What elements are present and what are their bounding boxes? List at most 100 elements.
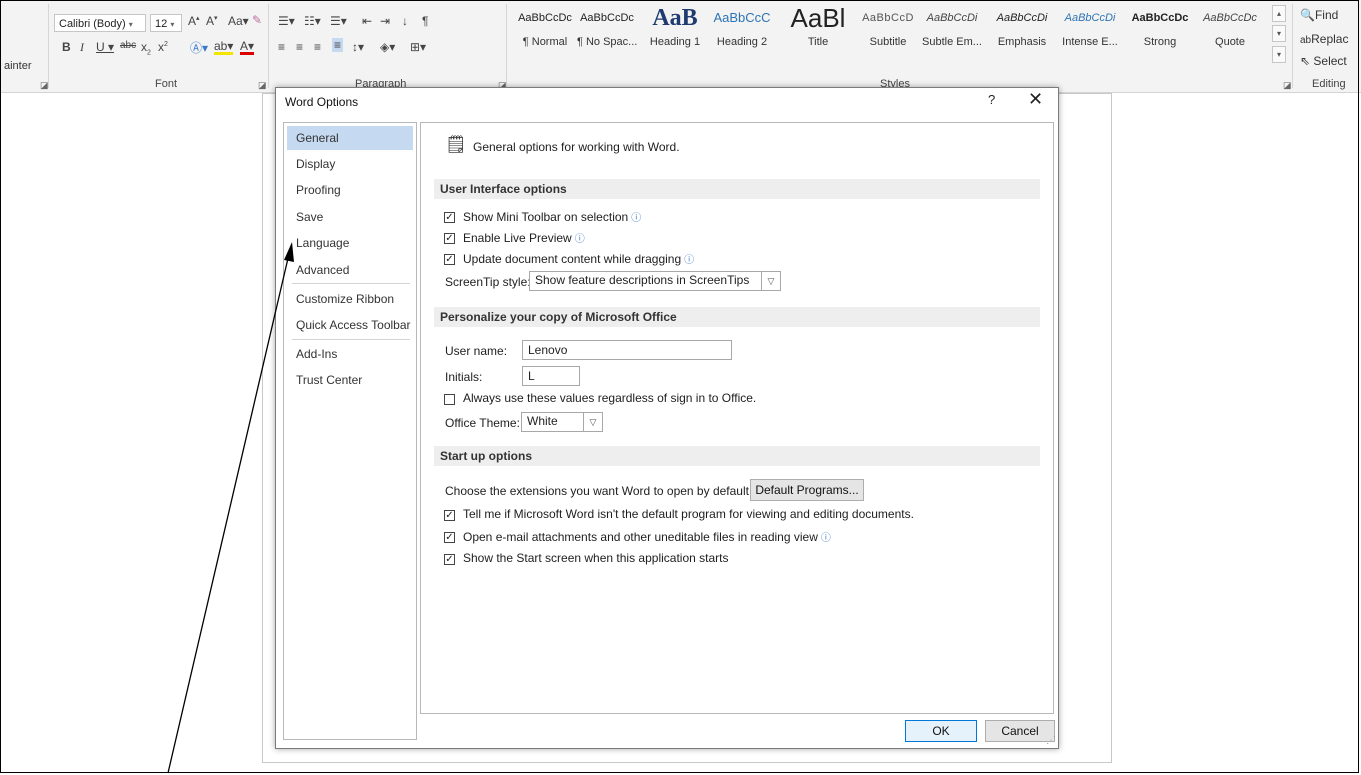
nav-item-proofing[interactable]: Proofing bbox=[284, 178, 416, 202]
format-painter-button[interactable]: ainter bbox=[4, 60, 32, 72]
style-tile[interactable]: AaBbCcDi Emphasis bbox=[992, 6, 1052, 48]
mini-toolbar-checkbox[interactable]: ✓ bbox=[444, 212, 455, 223]
align-center-icon[interactable]: ≡ bbox=[296, 40, 303, 54]
default-programs-button[interactable]: Default Programs... bbox=[750, 479, 864, 501]
bold-icon[interactable]: B bbox=[62, 40, 71, 54]
style-name: Heading 2 bbox=[716, 36, 768, 48]
style-tile[interactable]: AaBbCcDi Subtle Em... bbox=[922, 6, 982, 48]
italic-icon[interactable]: I bbox=[80, 40, 84, 55]
shading-icon[interactable]: ◈▾ bbox=[380, 40, 395, 54]
office-theme-value: White bbox=[527, 414, 558, 428]
font-launcher-icon[interactable]: ◪ bbox=[258, 80, 267, 91]
ok-button[interactable]: OK bbox=[905, 720, 977, 742]
gallery-down-icon[interactable]: ▾ bbox=[1272, 25, 1286, 42]
style-tile[interactable]: AaBbCcDc Quote bbox=[1200, 6, 1260, 48]
style-tile[interactable]: AaBbCcD Subtitle bbox=[858, 6, 918, 48]
numbering-icon[interactable]: ☷▾ bbox=[304, 14, 321, 28]
live-preview-checkbox[interactable]: ✓ bbox=[444, 233, 455, 244]
font-name-box[interactable]: Calibri (Body) ▾ bbox=[54, 14, 146, 32]
info-icon[interactable]: ⓘ bbox=[575, 234, 585, 245]
underline-icon[interactable]: U ▾ bbox=[96, 40, 114, 54]
nav-item-advanced[interactable]: Advanced bbox=[284, 258, 416, 282]
start-screen-checkbox[interactable]: ✓ bbox=[444, 554, 455, 565]
info-icon[interactable]: ⓘ bbox=[684, 255, 694, 266]
font-size-box[interactable]: 12 ▾ bbox=[150, 14, 182, 32]
style-tile[interactable]: AaBbCcDc ¶ Normal bbox=[515, 6, 575, 48]
always-use-checkbox[interactable] bbox=[444, 394, 455, 405]
show-formatting-icon[interactable]: ¶ bbox=[422, 14, 428, 28]
superscript-icon[interactable]: x2 bbox=[158, 40, 168, 54]
cancel-button[interactable]: Cancel bbox=[985, 720, 1055, 742]
style-sample: AaBbCcDc bbox=[1203, 12, 1257, 24]
style-sample: AaBbCcDc bbox=[518, 12, 572, 24]
font-color-icon[interactable]: A▾ bbox=[240, 40, 255, 55]
chevron-down-icon: ▽ bbox=[583, 413, 602, 431]
decrease-indent-icon[interactable]: ⇤ bbox=[362, 14, 372, 28]
style-sample: AaBbCcD bbox=[862, 12, 914, 24]
style-tile[interactable]: AaB Heading 1 bbox=[645, 6, 705, 48]
ribbon-separator bbox=[48, 4, 49, 88]
nav-item-general[interactable]: General bbox=[287, 126, 413, 150]
style-name: ¶ Normal bbox=[522, 36, 568, 48]
borders-icon[interactable]: ⊞▾ bbox=[410, 40, 426, 54]
style-sample: AaBbCcDi bbox=[926, 12, 978, 24]
screentip-select[interactable]: Show feature descriptions in ScreenTips … bbox=[529, 271, 781, 291]
nav-item-language[interactable]: Language bbox=[284, 231, 416, 255]
reading-view-label: Open e-mail attachments and other unedit… bbox=[463, 530, 831, 544]
text-effects-icon[interactable]: Ⓐ▾ bbox=[190, 39, 208, 56]
nav-item-save[interactable]: Save bbox=[284, 205, 416, 229]
nav-item-quick-access-toolbar[interactable]: Quick Access Toolbar bbox=[284, 313, 416, 337]
nav-item-customize-ribbon[interactable]: Customize Ribbon bbox=[284, 287, 416, 311]
style-tile[interactable]: AaBbCcDc Strong bbox=[1130, 6, 1190, 48]
subscript-icon[interactable]: x2 bbox=[141, 40, 151, 56]
update-dragging-checkbox[interactable]: ✓ bbox=[444, 254, 455, 265]
reading-view-checkbox[interactable]: ✓ bbox=[444, 532, 455, 543]
info-icon[interactable]: ⓘ bbox=[821, 533, 831, 544]
style-tile[interactable]: AaBbCcDi Intense E... bbox=[1060, 6, 1120, 48]
styles-launcher-icon[interactable]: ◪ bbox=[1283, 80, 1292, 91]
highlight-icon[interactable]: ab▾ bbox=[214, 40, 234, 55]
style-tile[interactable]: AaBl Title bbox=[788, 6, 848, 48]
change-case-icon[interactable]: Aa▾ bbox=[228, 14, 249, 28]
nav-item-trust-center[interactable]: Trust Center bbox=[284, 368, 416, 392]
style-tile[interactable]: AaBbCcC Heading 2 bbox=[712, 6, 772, 48]
clear-formatting-icon[interactable]: ✎ bbox=[252, 13, 262, 27]
find-button[interactable]: 🔍Find bbox=[1300, 8, 1338, 22]
gallery-up-icon[interactable]: ▴ bbox=[1272, 5, 1286, 22]
select-button[interactable]: ⇖ Select bbox=[1300, 54, 1347, 68]
mini-toolbar-label: Show Mini Toolbar on selection ⓘ bbox=[463, 210, 642, 224]
section-startup: Start up options bbox=[434, 446, 1040, 466]
justify-icon[interactable]: ≡ bbox=[332, 38, 344, 52]
bullets-icon[interactable]: ☰▾ bbox=[278, 14, 295, 28]
style-tile[interactable]: AaBbCcDc ¶ No Spac... bbox=[577, 6, 637, 48]
style-name: Subtitle bbox=[869, 36, 907, 48]
gallery-more-icon[interactable]: ▾ bbox=[1272, 46, 1286, 63]
replace-button[interactable]: abReplac bbox=[1300, 32, 1348, 46]
general-options-icon: 🗒 bbox=[445, 135, 467, 154]
initials-input[interactable]: L bbox=[522, 366, 580, 386]
office-theme-select[interactable]: White ▽ bbox=[521, 412, 603, 432]
style-sample: AaB bbox=[652, 6, 698, 30]
info-icon[interactable]: ⓘ bbox=[631, 213, 641, 224]
nav-separator bbox=[292, 339, 410, 340]
multilevel-list-icon[interactable]: ☰▾ bbox=[330, 14, 347, 28]
sort-icon[interactable]: ↓ bbox=[402, 14, 408, 28]
resize-grip-icon[interactable]: ⋰ bbox=[1046, 735, 1056, 746]
close-icon[interactable]: ✕ bbox=[1028, 89, 1043, 110]
shrink-font-icon[interactable]: A▾ bbox=[206, 14, 218, 28]
style-sample: AaBbCcDc bbox=[1131, 12, 1189, 24]
align-right-icon[interactable]: ≡ bbox=[314, 40, 321, 54]
nav-item-display[interactable]: Display bbox=[284, 152, 416, 176]
ribbon-separator bbox=[1292, 4, 1293, 88]
align-left-icon[interactable]: ≡ bbox=[278, 40, 285, 54]
username-input[interactable]: Lenovo bbox=[522, 340, 732, 360]
increase-indent-icon[interactable]: ⇥ bbox=[380, 14, 390, 28]
nav-item-add-ins[interactable]: Add-Ins bbox=[284, 342, 416, 366]
chevron-down-icon: ▽ bbox=[761, 272, 780, 290]
tell-me-default-checkbox[interactable]: ✓ bbox=[444, 510, 455, 521]
help-icon[interactable]: ? bbox=[988, 92, 995, 107]
style-sample: AaBbCcC bbox=[713, 10, 771, 25]
grow-font-icon[interactable]: A▴ bbox=[188, 14, 200, 28]
line-spacing-icon[interactable]: ↕▾ bbox=[352, 40, 364, 54]
strikethrough-icon[interactable]: abc bbox=[120, 40, 136, 51]
